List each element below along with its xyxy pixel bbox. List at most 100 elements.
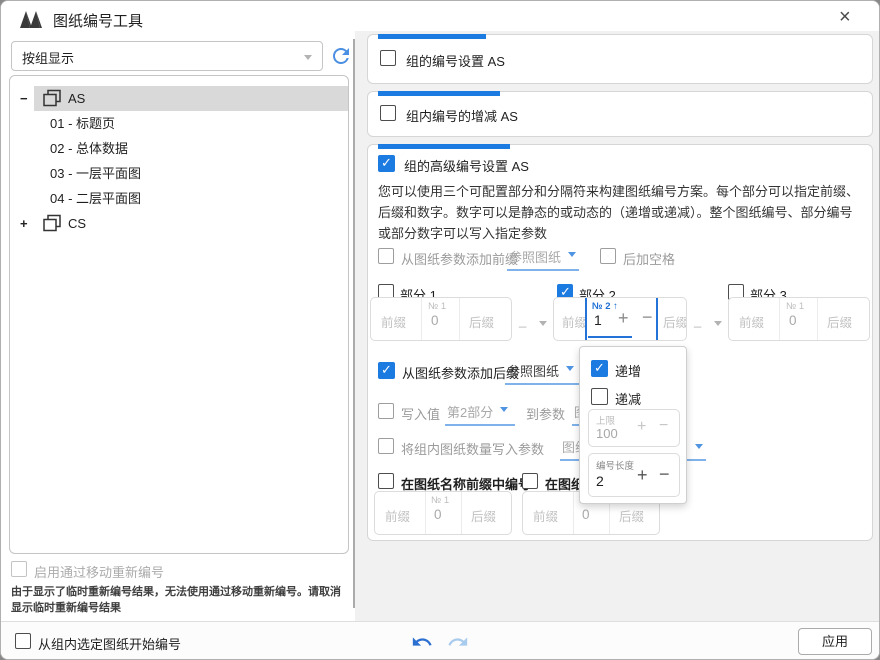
number-value[interactable]: 0 (434, 507, 442, 522)
part1-number-label: № 1 (428, 301, 446, 312)
advanced-description: 您可以使用三个可配置部分和分隔符来构建图纸编号方案。每个部分可以指定前缀、后缀和… (378, 181, 864, 244)
part3-prefix-field[interactable]: 前缀 (739, 312, 764, 331)
start-from-selected-label: 从组内选定图纸开始编号 (38, 634, 181, 653)
prefix-field[interactable]: 前缀 (533, 506, 558, 525)
collapse-icon[interactable]: − (20, 86, 28, 111)
add-suffix-checkbox[interactable] (378, 362, 395, 379)
write-value-label: 写入值 (401, 404, 440, 423)
part3-number-value[interactable]: 0 (789, 313, 797, 328)
part3-suffix-field[interactable]: 后缀 (827, 312, 852, 331)
undo-icon[interactable] (411, 631, 433, 653)
separator-1[interactable]: _ (519, 313, 526, 328)
write-part-dropdown[interactable]: 第2部分 (445, 402, 515, 426)
tree-row-sheet[interactable]: 03 - 一层平面图 (10, 161, 348, 186)
suffix-param-dropdown[interactable]: 参照图纸 (505, 361, 581, 385)
suffix-field[interactable]: 后缀 (471, 506, 496, 525)
increase-checkbox[interactable] (591, 360, 608, 377)
card-accent-bar (378, 91, 500, 96)
chevron-down-icon (695, 444, 703, 453)
group-display-value: 按组显示 (22, 48, 74, 67)
write-part-value: 第2部分 (447, 405, 493, 420)
upper-limit-value[interactable]: 100 (596, 426, 618, 441)
close-icon[interactable]: × (839, 6, 851, 29)
part1-box: 前缀 № 1 0 后缀 (370, 297, 512, 341)
enable-move-renumber-label: 启用通过移动重新编号 (34, 562, 164, 581)
number-in-name-checkbox[interactable] (522, 473, 538, 489)
apply-button[interactable]: 应用 (798, 628, 872, 655)
number-value[interactable]: 0 (582, 507, 590, 522)
part1-prefix-field[interactable]: 前缀 (381, 312, 406, 331)
card-accent-bar (378, 144, 510, 149)
start-from-selected-checkbox[interactable] (15, 633, 31, 649)
name-prefix-part-box: 前缀 № 1 0 后缀 (374, 491, 512, 535)
group-numbering-checkbox[interactable] (380, 50, 396, 66)
sheet-count-checkbox[interactable] (378, 438, 394, 454)
prefix-param-dropdown[interactable]: 参照图纸 (507, 247, 579, 271)
group-label[interactable]: AS (68, 86, 85, 111)
chevron-down-icon (566, 366, 574, 375)
advanced-numbering-label: 组的高级编号设置 AS (404, 156, 529, 175)
add-prefix-checkbox[interactable] (378, 248, 394, 264)
separator-2[interactable]: _ (694, 313, 701, 328)
increment-button[interactable]: + (637, 466, 648, 484)
enable-move-renumber-checkbox (11, 561, 27, 577)
number-options-popup: 递增 递减 上限 100 + − 编号长度 2 + − (579, 346, 687, 504)
sheet-tree: − AS 01 - 标题页 02 - 总体数据 03 - 一层平面图 04 - … (9, 75, 349, 554)
decrement-button: − (659, 417, 668, 435)
decrement-button[interactable]: − (642, 308, 653, 326)
footer-bar: 从组内选定图纸开始编号 应用 (1, 621, 880, 660)
sheet-label[interactable]: 02 - 总体数据 (50, 136, 128, 161)
part3-box: 前缀 № 1 0 后缀 (728, 297, 870, 341)
inner-increment-label: 组内编号的增减 AS (406, 106, 518, 125)
temp-renumber-note: 由于显示了临时重新编号结果，无法使用通过移动重新编号。请取消显示临时重新编号结果 (11, 584, 347, 616)
number-in-prefix-checkbox[interactable] (378, 473, 394, 489)
trailing-space-label: 后加空格 (623, 249, 675, 268)
increment-button[interactable]: + (618, 309, 629, 327)
write-value-checkbox[interactable] (378, 403, 394, 419)
refresh-icon[interactable] (329, 44, 353, 68)
prefix-field[interactable]: 前缀 (385, 506, 410, 525)
number-length-value[interactable]: 2 (596, 473, 604, 489)
decrease-checkbox[interactable] (591, 388, 608, 405)
sheet-label[interactable]: 03 - 一层平面图 (50, 161, 141, 186)
group-numbering-label: 组的编号设置 AS (406, 51, 505, 70)
inner-increment-checkbox[interactable] (380, 105, 396, 121)
sheet-count-label: 将组内图纸数量写入参数 (401, 439, 544, 458)
decrease-label: 递减 (615, 389, 641, 408)
advanced-numbering-checkbox[interactable] (378, 155, 395, 172)
sheet-label[interactable]: 04 - 二层平面图 (50, 186, 141, 211)
increment-button: + (637, 418, 646, 436)
part1-suffix-field[interactable]: 后缀 (469, 312, 494, 331)
part1-number-value[interactable]: 0 (431, 313, 439, 328)
tree-row-sheet[interactable]: 04 - 二层平面图 (10, 186, 348, 211)
part2-prefix-field[interactable]: 前缀 (562, 312, 587, 331)
part2-suffix-field[interactable]: 后缀 (663, 312, 687, 331)
group-label[interactable]: CS (68, 211, 86, 236)
chevron-down-icon[interactable] (539, 321, 547, 330)
tree-row-sheet[interactable]: 01 - 标题页 (10, 111, 348, 136)
part2-number-value[interactable]: 1 (594, 312, 602, 328)
increase-label: 递增 (615, 361, 641, 380)
redo-icon[interactable] (447, 631, 469, 653)
tree-row-group-as[interactable]: − AS (10, 86, 348, 111)
expand-icon[interactable]: + (20, 211, 28, 236)
tree-row-group-cs[interactable]: + CS (10, 211, 348, 236)
number-length-label: 编号长度 (596, 458, 634, 472)
sheet-label[interactable]: 01 - 标题页 (50, 111, 115, 136)
suffix-param-value: 参照图纸 (507, 364, 559, 379)
window-title: 图纸编号工具 (53, 10, 143, 31)
part2-number-label: № 2 ↑ (592, 301, 618, 312)
chevron-down-icon (304, 55, 312, 64)
tree-row-sheet[interactable]: 02 - 总体数据 (10, 136, 348, 161)
decrement-button[interactable]: − (659, 465, 670, 483)
focus-underline (588, 336, 632, 338)
prefix-param-value: 参照图纸 (509, 250, 561, 265)
chevron-down-icon (500, 407, 508, 416)
chevron-down-icon[interactable] (714, 321, 722, 330)
number-label: № 1 (431, 495, 449, 506)
group-display-select[interactable]: 按组显示 (11, 41, 323, 71)
sheet-group-icon (42, 89, 62, 108)
card-accent-bar (378, 34, 486, 39)
trailing-space-checkbox[interactable] (600, 248, 616, 264)
suffix-field[interactable]: 后缀 (619, 506, 644, 525)
